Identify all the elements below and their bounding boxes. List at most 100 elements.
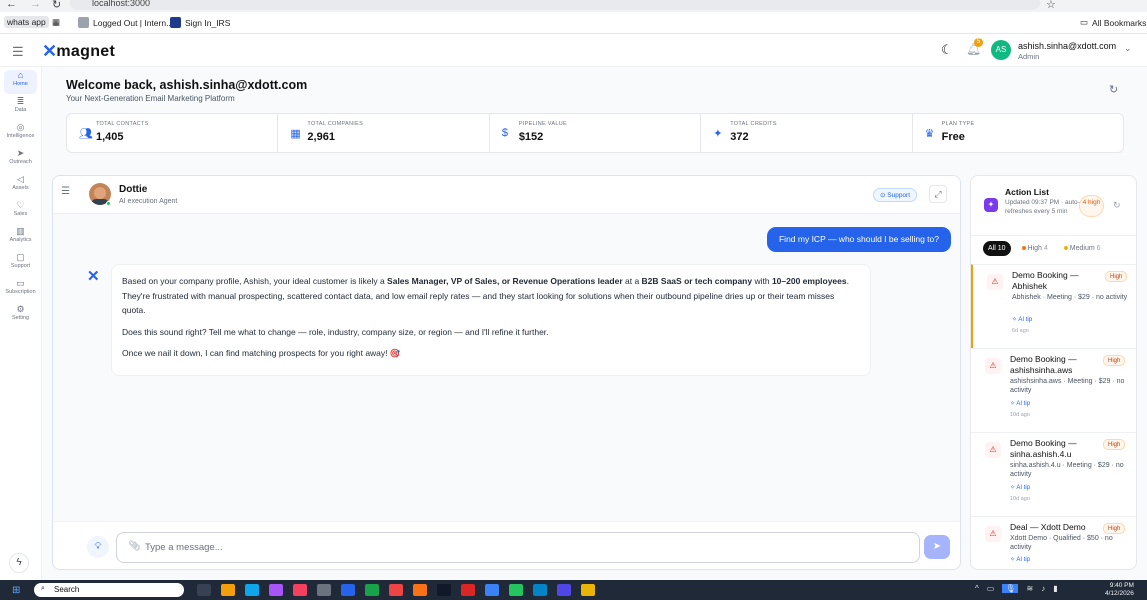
sidebar-item-intelligence[interactable]: ◎ Intelligence bbox=[4, 122, 37, 146]
sidebar-item-analytics[interactable]: ▥ Analytics bbox=[4, 226, 37, 250]
taskbar-apps bbox=[197, 584, 595, 596]
card-age: 6d ago bbox=[1012, 328, 1029, 334]
volume-icon[interactable]: ♪ bbox=[1041, 584, 1045, 593]
bookmark-intern[interactable]: Logged Out | Intern... bbox=[78, 17, 173, 28]
bolt-icon[interactable]: ϟ bbox=[9, 553, 29, 573]
address-bar[interactable]: localhost:3000 bbox=[70, 0, 1040, 10]
chrome-icon[interactable] bbox=[581, 584, 595, 596]
battery-icon[interactable]: ▮ bbox=[1053, 584, 1057, 593]
ai-tip-link[interactable]: ✧ AI tip bbox=[1010, 556, 1030, 563]
app-icon[interactable] bbox=[485, 584, 499, 596]
ai-tip-link[interactable]: ✧ AI tip bbox=[1012, 316, 1032, 323]
excel-icon[interactable] bbox=[365, 584, 379, 596]
stat-total-companies: ▦ TOTAL COMPANIES 2,961 bbox=[278, 114, 490, 152]
brain-icon: ◎ bbox=[16, 122, 25, 132]
network-icon[interactable]: ▭ bbox=[987, 584, 995, 593]
card-title: Demo Booking — ashishsinha.aws bbox=[1010, 354, 1077, 375]
send-icon: ➤ bbox=[16, 148, 25, 158]
store-icon[interactable] bbox=[293, 584, 307, 596]
stat-label: PLAN TYPE bbox=[941, 121, 975, 127]
app-icon[interactable] bbox=[509, 584, 523, 596]
bookmark-label: whats app bbox=[7, 17, 46, 27]
stat-value: $152 bbox=[518, 131, 544, 143]
edge-icon[interactable] bbox=[245, 584, 259, 596]
action-card[interactable]: ⚠ Deal — Xdott Demo High Xdott Demo · Qu… bbox=[971, 516, 1136, 569]
task-view-icon[interactable] bbox=[197, 584, 211, 596]
page-title: Welcome back, ashish.sinha@xdott.com bbox=[66, 78, 308, 92]
chevron-up-icon[interactable]: ^ bbox=[975, 584, 979, 593]
sidebar-item-setting[interactable]: ⚙ Setting bbox=[4, 304, 37, 328]
sidebar-item-outreach[interactable]: ➤ Outreach bbox=[4, 148, 37, 172]
action-card[interactable]: ⚠ Demo Booking — ashishsinha.aws High as… bbox=[971, 348, 1136, 432]
bookmark-star-icon[interactable]: ☆ bbox=[1046, 0, 1056, 11]
support-button[interactable]: ⊙ Support bbox=[873, 188, 918, 202]
clock-time: 9:40 PM bbox=[1109, 582, 1134, 589]
windows-start-icon[interactable]: ⊞ bbox=[12, 585, 20, 596]
brand-name: magnet bbox=[56, 42, 116, 60]
sidebar-item-data[interactable]: ≣ Data bbox=[4, 96, 37, 120]
app-icon[interactable] bbox=[389, 584, 403, 596]
chevron-down-icon[interactable]: ⌄ bbox=[1124, 43, 1132, 54]
expand-icon[interactable]: ⤢ bbox=[929, 185, 947, 203]
crown-icon: ♛ bbox=[924, 128, 935, 140]
paperclip-icon[interactable]: 📎︎ bbox=[128, 541, 141, 552]
x-logo-icon: ✕ bbox=[42, 41, 58, 61]
menu-icon[interactable]: ☰ bbox=[12, 44, 24, 60]
avatar[interactable]: AS bbox=[991, 40, 1011, 60]
send-button[interactable]: ➤ bbox=[924, 535, 950, 559]
refresh-icon[interactable]: ↻ bbox=[1113, 200, 1121, 211]
cmd-icon[interactable] bbox=[437, 584, 451, 596]
refresh-icon[interactable]: ↻ bbox=[1109, 83, 1118, 96]
sidebar-item-label: Intelligence bbox=[6, 133, 35, 139]
bookmark-whatsapp[interactable]: whats app bbox=[4, 16, 49, 28]
priority-badge: High bbox=[1105, 271, 1128, 282]
sidebar-item-subscription[interactable]: ▭ Subscription bbox=[4, 278, 37, 302]
sparkle-icon: ✦ bbox=[713, 128, 723, 140]
priority-badge: High bbox=[1103, 523, 1126, 534]
copilot-icon[interactable] bbox=[269, 584, 283, 596]
action-card[interactable]: ⚠ Demo Booking — Abhishek High Abhishek … bbox=[971, 264, 1136, 348]
ai-tip-link[interactable]: ✧ AI tip bbox=[1010, 400, 1030, 407]
tab-all[interactable]: All 10 bbox=[983, 241, 1011, 256]
bookmark-irs[interactable]: Sign In_IRS bbox=[170, 17, 230, 28]
back-icon[interactable]: ← bbox=[6, 0, 17, 10]
dark-mode-icon[interactable]: ☾ bbox=[941, 42, 953, 58]
app-icon[interactable] bbox=[533, 584, 547, 596]
sidebar-item-assets[interactable]: ◁ Assets bbox=[4, 174, 37, 198]
menu-icon[interactable]: ☰ bbox=[61, 186, 70, 197]
teams-icon[interactable] bbox=[557, 584, 571, 596]
terminal-icon[interactable] bbox=[317, 584, 331, 596]
git-icon[interactable] bbox=[413, 584, 427, 596]
wifi-icon[interactable]: ≋ bbox=[1026, 584, 1033, 593]
sidebar-item-support[interactable]: ▢ Support bbox=[4, 252, 37, 276]
app-icon[interactable] bbox=[461, 584, 475, 596]
ai-tip-label: AI tip bbox=[1016, 557, 1031, 563]
tab-medium[interactable]: Medium 6 bbox=[1059, 241, 1106, 256]
reload-icon[interactable]: ↻ bbox=[52, 0, 61, 11]
message-input[interactable]: Type a message... bbox=[116, 532, 920, 563]
user-email[interactable]: ashish.sinha@xdott.com bbox=[1018, 41, 1116, 51]
vscode-icon[interactable] bbox=[341, 584, 355, 596]
brand-logo[interactable]: ✕ magnet bbox=[42, 41, 115, 62]
sidebar-item-home[interactable]: ⌂ Home bbox=[4, 70, 37, 94]
bot-paragraph: Does this sound right? Tell me what to c… bbox=[122, 326, 549, 337]
apps-grid-icon[interactable]: ▦ bbox=[52, 17, 60, 28]
sidebar-item-label: Analytics bbox=[9, 237, 32, 243]
clock-date: 4/12/2026 bbox=[1105, 590, 1134, 597]
card-meta: Xdott Demo · Qualified · $50 · no activi… bbox=[1010, 535, 1113, 551]
file-explorer-icon[interactable] bbox=[221, 584, 235, 596]
app-header: ☰ ✕ magnet ☾ 🔔︎ 5 AS ashish.sinha@xdott.c… bbox=[0, 35, 1147, 67]
lightbulb-icon[interactable]: 💡︎ bbox=[87, 536, 109, 558]
all-bookmarks[interactable]: ▭ All Bookmarks bbox=[1080, 17, 1146, 28]
action-card[interactable]: ⚠ Demo Booking — sinha.ashish.4.u High s… bbox=[971, 432, 1136, 516]
taskbar-search[interactable]: Search bbox=[34, 583, 184, 597]
mic-icon[interactable]: 🎙︎ bbox=[1002, 584, 1019, 593]
tab-high[interactable]: High 4 bbox=[1017, 241, 1053, 256]
ai-tip-link[interactable]: ✧ AI tip bbox=[1010, 484, 1030, 491]
taskbar-clock[interactable]: 9:40 PM 4/12/2026 bbox=[1105, 582, 1134, 598]
sidebar-item-label: Setting bbox=[11, 315, 30, 321]
forward-icon[interactable]: → bbox=[30, 0, 41, 10]
sidebar-item-sales[interactable]: ♡ Sales bbox=[4, 200, 37, 224]
main-content: Welcome back, ashish.sinha@xdott.com You… bbox=[42, 67, 1147, 580]
action-list-panel: ✦ Action List Updated 09:37 PM · auto-re… bbox=[970, 175, 1137, 570]
